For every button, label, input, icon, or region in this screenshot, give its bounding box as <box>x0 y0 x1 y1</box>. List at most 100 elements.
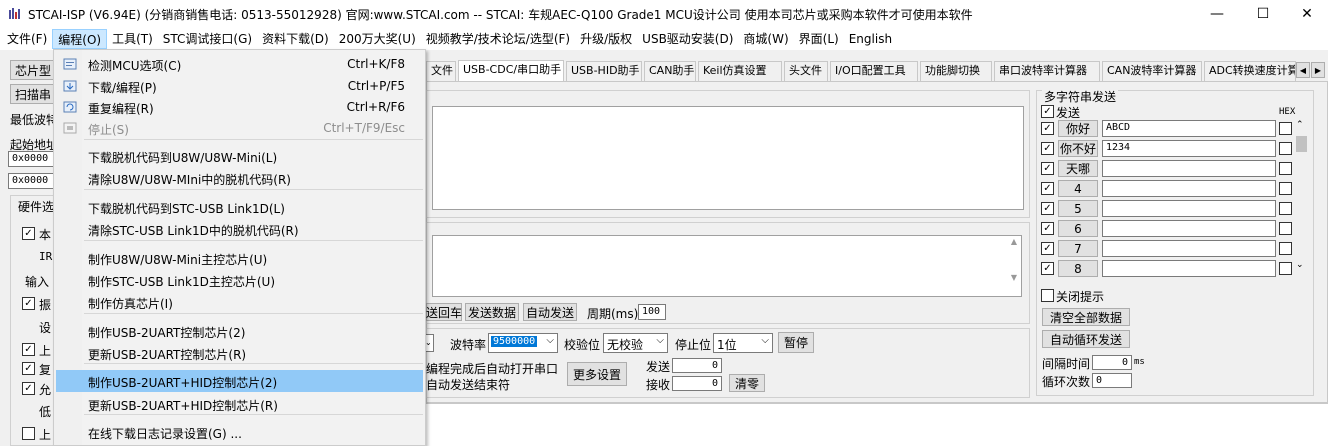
program-menu-item[interactable]: 在线下载日志记录设置(G) ... <box>56 421 423 443</box>
menu-usb-driver[interactable]: USB驱动安装(D) <box>637 29 738 49</box>
tab-usb-hid[interactable]: USB-HID助手 <box>566 61 642 81</box>
period-input[interactable]: 100 <box>638 304 666 320</box>
menu-downloads[interactable]: 资料下载(D) <box>257 29 334 49</box>
menu-program[interactable]: 编程(O) <box>52 29 108 49</box>
row-send-button[interactable]: 5 <box>1058 200 1098 217</box>
row-send-checkbox[interactable]: ✓ <box>1041 162 1054 175</box>
row-send-checkbox[interactable]: ✓ <box>1041 122 1054 135</box>
row-string-input[interactable] <box>1102 160 1276 177</box>
send-all-checkbox[interactable]: ✓ <box>1041 105 1054 118</box>
row-send-checkbox[interactable]: ✓ <box>1041 242 1054 255</box>
row-hex-checkbox[interactable] <box>1279 222 1292 235</box>
row-hex-checkbox[interactable] <box>1279 242 1292 255</box>
tab-usb-cdc-serial[interactable]: USB-CDC/串口助手 <box>458 60 564 82</box>
program-menu-item[interactable]: 下载/编程(P) Ctrl+P/F5 <box>56 75 423 97</box>
scroll-thumb[interactable] <box>1296 136 1307 152</box>
row-hex-checkbox[interactable] <box>1279 162 1292 175</box>
program-menu-item[interactable]: 下载脱机代码到U8W/U8W-Mini(L) <box>56 145 423 167</box>
loop-count-input[interactable]: 0 <box>1092 373 1132 388</box>
clear-all-data-button[interactable]: 清空全部数据 <box>1042 308 1130 326</box>
row-hex-checkbox[interactable] <box>1279 182 1292 195</box>
row-send-checkbox[interactable]: ✓ <box>1041 202 1054 215</box>
tab-can-baud-calc[interactable]: CAN波特率计算器 <box>1102 61 1202 81</box>
tab-uart-baud-calc[interactable]: 串口波特率计算器 <box>994 61 1100 81</box>
more-settings-button[interactable]: 更多设置 <box>567 362 627 386</box>
program-menu-item[interactable]: 清除STC-USB Link1D中的脱机代码(R) <box>56 218 423 240</box>
menu-prize[interactable]: 200万大奖(U) <box>334 29 421 49</box>
menu-file[interactable]: 文件(F) <box>2 29 52 49</box>
row-send-button[interactable]: 7 <box>1058 240 1098 257</box>
parity-select[interactable]: 无校验 ⌵ <box>603 333 668 353</box>
auto-send-terminator-label[interactable]: 自动发送结束符 <box>426 376 510 393</box>
scan-port-button[interactable]: 扫描串 <box>10 84 58 104</box>
program-menu-item[interactable]: 重复编程(R) Ctrl+R/F6 <box>56 96 423 118</box>
start-address-input[interactable]: 0x0000 <box>8 151 56 167</box>
scroll-up-icon[interactable]: ⌃ <box>1296 120 1304 130</box>
tab-pin-switch[interactable]: 功能脚切换 <box>920 61 992 81</box>
row-send-button[interactable]: 6 <box>1058 220 1098 237</box>
program-menu-item[interactable]: 制作USB-2UART+HID控制芯片(2) <box>56 370 423 392</box>
multi-send-scrollbar[interactable]: ⌃ ⌄ <box>1295 120 1309 280</box>
row-send-button[interactable]: 4 <box>1058 180 1098 197</box>
send-data-button[interactable]: 发送数据 <box>465 303 519 321</box>
close-button[interactable]: ✕ <box>1284 0 1328 28</box>
hw-option-checkbox[interactable] <box>22 427 35 440</box>
program-menu-item[interactable]: 检测MCU选项(C) Ctrl+K/F8 <box>56 53 423 75</box>
receive-textarea[interactable] <box>432 106 1024 210</box>
row-send-checkbox[interactable]: ✓ <box>1041 222 1054 235</box>
row-send-button[interactable]: 8 <box>1058 260 1098 277</box>
stop-bits-select[interactable]: 1位 ⌵ <box>713 333 773 353</box>
row-send-checkbox[interactable]: ✓ <box>1041 142 1054 155</box>
interval-input[interactable]: 0 <box>1092 355 1132 370</box>
row-hex-checkbox[interactable] <box>1279 122 1292 135</box>
auto-send-button[interactable]: 自动发送 <box>523 303 577 321</box>
menu-tools[interactable]: 工具(T) <box>107 29 158 49</box>
program-menu-item[interactable]: 制作USB-2UART控制芯片(2) <box>56 320 423 342</box>
row-string-input[interactable] <box>1102 240 1276 257</box>
scroll-down-icon[interactable]: ⌄ <box>1296 260 1304 270</box>
row-string-input[interactable]: 1234 <box>1102 140 1276 157</box>
tab-file[interactable]: 文件 <box>426 61 456 81</box>
pause-button[interactable]: 暂停 <box>778 332 814 353</box>
program-menu-item[interactable]: 制作仿真芯片(I) <box>56 291 423 313</box>
row-hex-checkbox[interactable] <box>1279 262 1292 275</box>
tab-can-helper[interactable]: CAN助手 <box>644 61 696 81</box>
row-hex-checkbox[interactable] <box>1279 142 1292 155</box>
menu-debug-interface[interactable]: STC调试接口(G) <box>158 29 257 49</box>
program-menu-item[interactable]: 更新USB-2UART控制芯片(R) <box>56 342 423 364</box>
row-string-input[interactable]: ABCD <box>1102 120 1276 137</box>
tab-scroll-right-button[interactable]: ▶ <box>1311 62 1325 78</box>
menu-english[interactable]: English <box>844 29 897 49</box>
baud-rate-select[interactable]: 9500000 ⌵ <box>488 333 558 353</box>
hw-option-checkbox[interactable]: ✓ <box>22 382 35 395</box>
row-string-input[interactable] <box>1102 200 1276 217</box>
end-address-input[interactable]: 0x0000 <box>8 173 56 189</box>
hw-option-checkbox[interactable]: ✓ <box>22 297 35 310</box>
row-send-button[interactable]: 你好 <box>1058 120 1098 137</box>
row-string-input[interactable] <box>1102 220 1276 237</box>
maximize-button[interactable]: ☐ <box>1240 0 1286 28</box>
row-send-checkbox[interactable]: ✓ <box>1041 262 1054 275</box>
tab-io-config[interactable]: I/O口配置工具 <box>830 61 918 81</box>
row-string-input[interactable] <box>1102 180 1276 197</box>
program-menu-item[interactable]: 更新USB-2UART+HID控制芯片(R) <box>56 393 423 415</box>
tab-keil-sim[interactable]: Keil仿真设置 <box>698 61 782 81</box>
hw-option-checkbox[interactable]: ✓ <box>22 362 35 375</box>
program-menu-item[interactable]: 清除U8W/U8W-MIni中的脱机代码(R) <box>56 167 423 189</box>
program-menu-item[interactable]: 制作U8W/U8W-Mini主控芯片(U) <box>56 247 423 269</box>
row-send-checkbox[interactable]: ✓ <box>1041 182 1054 195</box>
send-textarea[interactable]: ▲ ▼ <box>432 235 1022 297</box>
menu-store[interactable]: 商城(W) <box>738 29 793 49</box>
minimize-button[interactable]: — <box>1194 0 1240 28</box>
row-hex-checkbox[interactable] <box>1279 202 1292 215</box>
row-string-input[interactable] <box>1102 260 1276 277</box>
auto-open-after-program-label[interactable]: 编程完成后自动打开串口 <box>426 360 558 377</box>
menu-video-forum[interactable]: 视频教学/技术论坛/选型(F) <box>421 29 575 49</box>
send-scrollbar[interactable]: ▲ ▼ <box>1008 237 1020 295</box>
hw-option-checkbox[interactable]: ✓ <box>22 343 35 356</box>
send-echo-button[interactable]: 送回车 <box>426 303 462 321</box>
menu-upgrade[interactable]: 升级/版权 <box>575 29 637 49</box>
program-menu-item[interactable]: 制作STC-USB Link1D主控芯片(U) <box>56 269 423 291</box>
row-send-button[interactable]: 你不好 <box>1058 140 1098 157</box>
clear-count-button[interactable]: 清零 <box>729 374 765 392</box>
